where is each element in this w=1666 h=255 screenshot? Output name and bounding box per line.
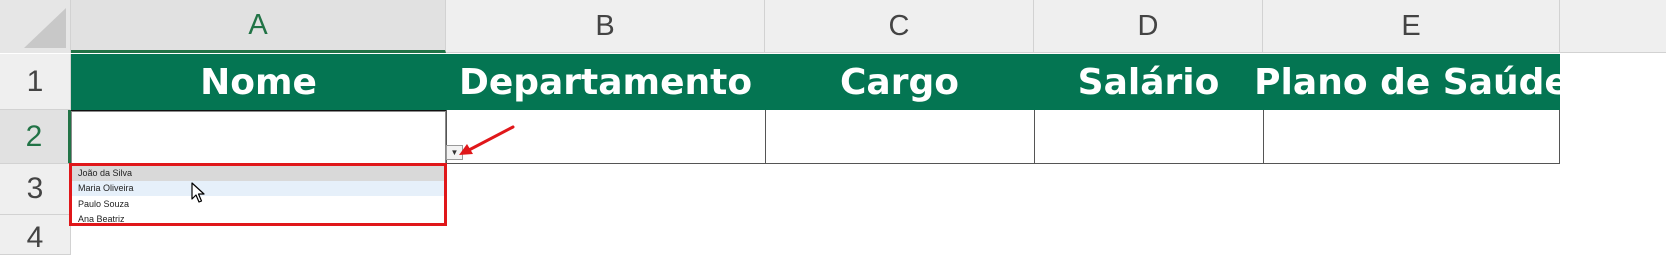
column-header-e[interactable]: E <box>1263 0 1560 53</box>
row-header-2[interactable]: 2 <box>0 110 71 164</box>
column-header-a[interactable]: A <box>71 0 446 53</box>
header-cell-plano-de-saude[interactable]: Plano de Saúde <box>1254 54 1569 110</box>
red-pointer-arrow-icon <box>459 125 515 155</box>
header-cell-departamento[interactable]: Departamento <box>446 54 765 110</box>
cell-a2-active[interactable] <box>71 111 446 164</box>
cell-d2[interactable] <box>1034 110 1263 164</box>
cell-c2[interactable] <box>765 110 1034 164</box>
column-header-c[interactable]: C <box>765 0 1034 53</box>
list-item[interactable]: Ana Beatriz <box>72 212 444 223</box>
cell-e2[interactable] <box>1263 110 1560 164</box>
row-header-4[interactable]: 4 <box>0 215 71 255</box>
list-item[interactable]: João da Silva <box>72 166 444 181</box>
list-item[interactable]: Maria Oliveira <box>72 181 444 196</box>
header-cell-cargo[interactable]: Cargo <box>765 54 1034 110</box>
list-item[interactable]: Paulo Souza <box>72 197 444 212</box>
select-all-triangle-icon <box>24 8 66 48</box>
mouse-cursor-icon <box>191 182 205 203</box>
header-cell-salario[interactable]: Salário <box>1034 54 1263 110</box>
dropdown-list[interactable]: João da Silva Maria Oliveira Paulo Souza… <box>69 163 447 226</box>
row-header-3[interactable]: 3 <box>0 164 71 215</box>
header-cell-nome[interactable]: Nome <box>71 54 446 110</box>
row-header-1[interactable]: 1 <box>0 54 71 110</box>
column-header-b[interactable]: B <box>446 0 765 53</box>
column-header-d[interactable]: D <box>1034 0 1263 53</box>
